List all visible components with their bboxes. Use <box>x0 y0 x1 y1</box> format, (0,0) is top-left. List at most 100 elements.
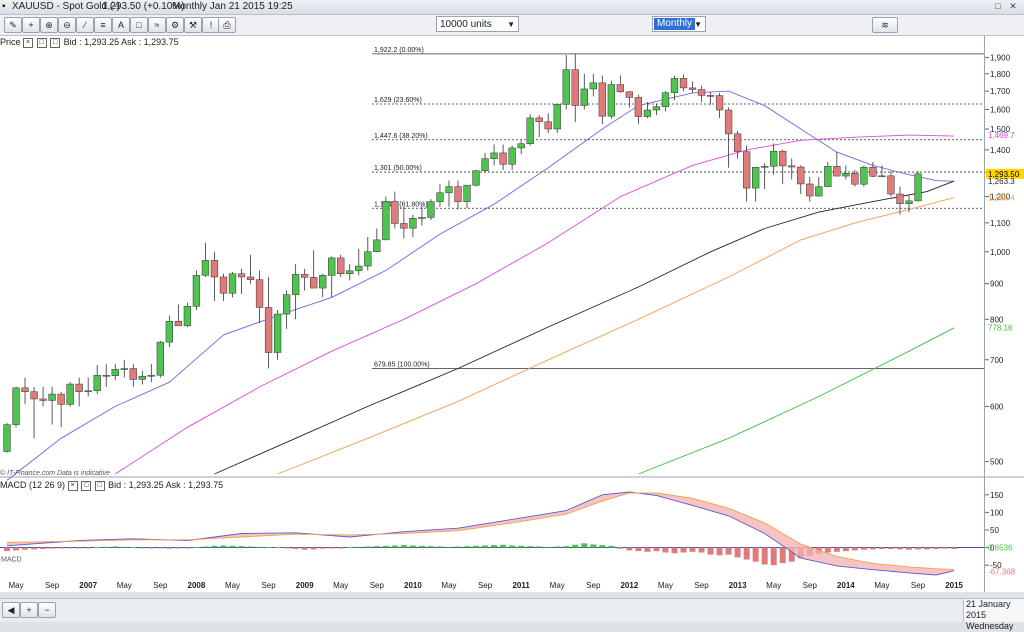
crosshair-icon[interactable]: + <box>22 17 40 33</box>
candle-body <box>625 91 634 98</box>
candle-body <box>418 217 426 219</box>
indicator-icon[interactable]: ≈ <box>148 17 166 33</box>
macd-histogram-bar <box>915 547 922 550</box>
candle-body <box>688 87 697 90</box>
close-box-icon[interactable]: × <box>67 480 78 491</box>
maximize-box-icon[interactable]: □ <box>94 480 105 491</box>
candle-body <box>120 368 128 370</box>
zoom-out-icon[interactable]: ⊖ <box>58 17 76 33</box>
close-icon[interactable]: ✕ <box>1008 1 1018 11</box>
x-axis-label: 2012 <box>620 581 638 590</box>
status-day: Wednesday <box>966 621 1014 631</box>
fib-icon[interactable]: ≡ <box>94 17 112 33</box>
candle-body <box>436 192 444 202</box>
zoom-in-icon[interactable]: + <box>20 602 38 618</box>
macd-histogram-bar <box>184 547 191 549</box>
macd-histogram-bar <box>590 544 597 548</box>
macd-histogram-bar <box>112 546 119 548</box>
chart-type-icon[interactable]: □ <box>130 17 148 33</box>
candle-body <box>84 390 92 392</box>
macd-histogram-bar <box>473 545 480 548</box>
chart-svg[interactable]: 1,922.2 (0.00%) 1,629 (23.60%) 1,447.6 (38… <box>0 36 984 592</box>
macd-histogram-bar <box>599 545 606 548</box>
close-box-icon[interactable]: × <box>23 37 34 48</box>
candle-body <box>382 201 390 241</box>
candle-body <box>21 387 29 392</box>
draw-tool-icon[interactable]: ✎ <box>4 17 22 33</box>
hammer-icon[interactable]: ⚒ <box>184 17 202 33</box>
macd-value-label: -67.368 <box>988 567 1016 576</box>
macd-axis-label: MACD <box>1 557 22 564</box>
ma-value-label: 1,196.4 <box>988 193 1015 202</box>
macd-histogram-bar <box>662 547 669 553</box>
fib-level-label: 1,447.6 (38.20%) <box>374 133 428 140</box>
candle-body <box>715 95 724 111</box>
macd-histogram-bar <box>455 546 461 548</box>
units-value: 10000 units <box>440 19 492 30</box>
candle-body <box>201 260 210 276</box>
candle-body <box>517 143 525 149</box>
macd-histogram-bar <box>563 546 570 548</box>
macd-histogram-bar <box>707 547 714 555</box>
indicators-chart-icon[interactable]: ≋ <box>872 17 898 33</box>
maximize-box-icon[interactable]: □ <box>50 37 61 48</box>
macd-histogram-bar <box>103 546 110 548</box>
price-tick-label: 600 <box>990 402 1004 411</box>
zoom-in-icon[interactable]: ⊕ <box>40 17 58 33</box>
macd-value-label: 0.8536 <box>988 543 1013 552</box>
macd-histogram-bar <box>842 547 849 552</box>
candle-body <box>30 391 38 400</box>
macd-histogram-bar <box>409 545 416 548</box>
candle-body <box>733 133 742 152</box>
text-tool-icon[interactable]: A <box>112 17 130 33</box>
macd-histogram-bar <box>310 547 317 550</box>
candle-body <box>409 218 417 229</box>
macd-histogram-bar <box>391 545 398 548</box>
price-axis[interactable]: 5006007008009001,0001,1001,2001,3001,400… <box>984 36 1024 592</box>
candle-body <box>310 277 318 289</box>
chart-area[interactable]: 1,922.2 (0.00%) 1,629 (23.60%) 1,447.6 (38… <box>0 36 984 592</box>
candle-body <box>770 150 778 167</box>
x-axis-label: May <box>441 581 456 590</box>
x-axis-label: 2011 <box>512 581 530 590</box>
macd-histogram-bar <box>500 544 507 548</box>
candle-body <box>634 97 643 117</box>
settings-box-icon[interactable]: □ <box>81 480 92 491</box>
candle-body <box>3 424 11 452</box>
print-icon[interactable]: ⎙ <box>218 17 236 33</box>
period-select[interactable]: Monthly ▼ <box>652 16 706 32</box>
candle-body <box>815 186 823 197</box>
candle-body <box>598 82 606 117</box>
restore-icon[interactable]: □ <box>993 1 1003 11</box>
candle-body <box>670 78 679 93</box>
x-axis-label: 2014 <box>837 581 855 590</box>
trendline-icon[interactable]: ∕ <box>76 17 94 33</box>
candle-body <box>301 274 309 278</box>
ma-value-label: 778.16 <box>988 324 1013 333</box>
candle-body <box>427 201 435 218</box>
candle-body <box>255 279 264 308</box>
settings-icon[interactable]: ⚙ <box>166 17 184 33</box>
scroll-left-icon[interactable]: ◀ <box>2 602 20 618</box>
macd-histogram-bar <box>202 546 209 548</box>
macd-histogram-bar <box>617 547 624 549</box>
candle-body <box>589 82 597 90</box>
settings-box-icon[interactable]: □ <box>36 37 47 48</box>
macd-signal-fill <box>7 492 955 575</box>
macd-histogram-bar <box>238 546 245 548</box>
candle-body <box>319 275 327 289</box>
price-axis-svg: 5006007008009001,0001,1001,2001,3001,400… <box>985 53 1024 576</box>
macd-histogram-bar <box>644 547 651 552</box>
x-axis-label: 2015 <box>945 581 963 590</box>
units-select[interactable]: 10000 units ▼ <box>436 16 519 32</box>
x-axis-label: May <box>550 581 565 590</box>
macd-histogram-bar <box>725 547 732 555</box>
macd-histogram-bar <box>464 546 471 548</box>
candle-body <box>824 166 832 187</box>
macd-histogram-bar <box>139 547 146 549</box>
macd-histogram-bar <box>211 545 218 548</box>
macd-histogram-bar <box>536 546 543 548</box>
macd-histogram-bar <box>761 547 768 565</box>
macd-line <box>6 491 955 576</box>
zoom-out-icon[interactable]: − <box>38 602 56 618</box>
